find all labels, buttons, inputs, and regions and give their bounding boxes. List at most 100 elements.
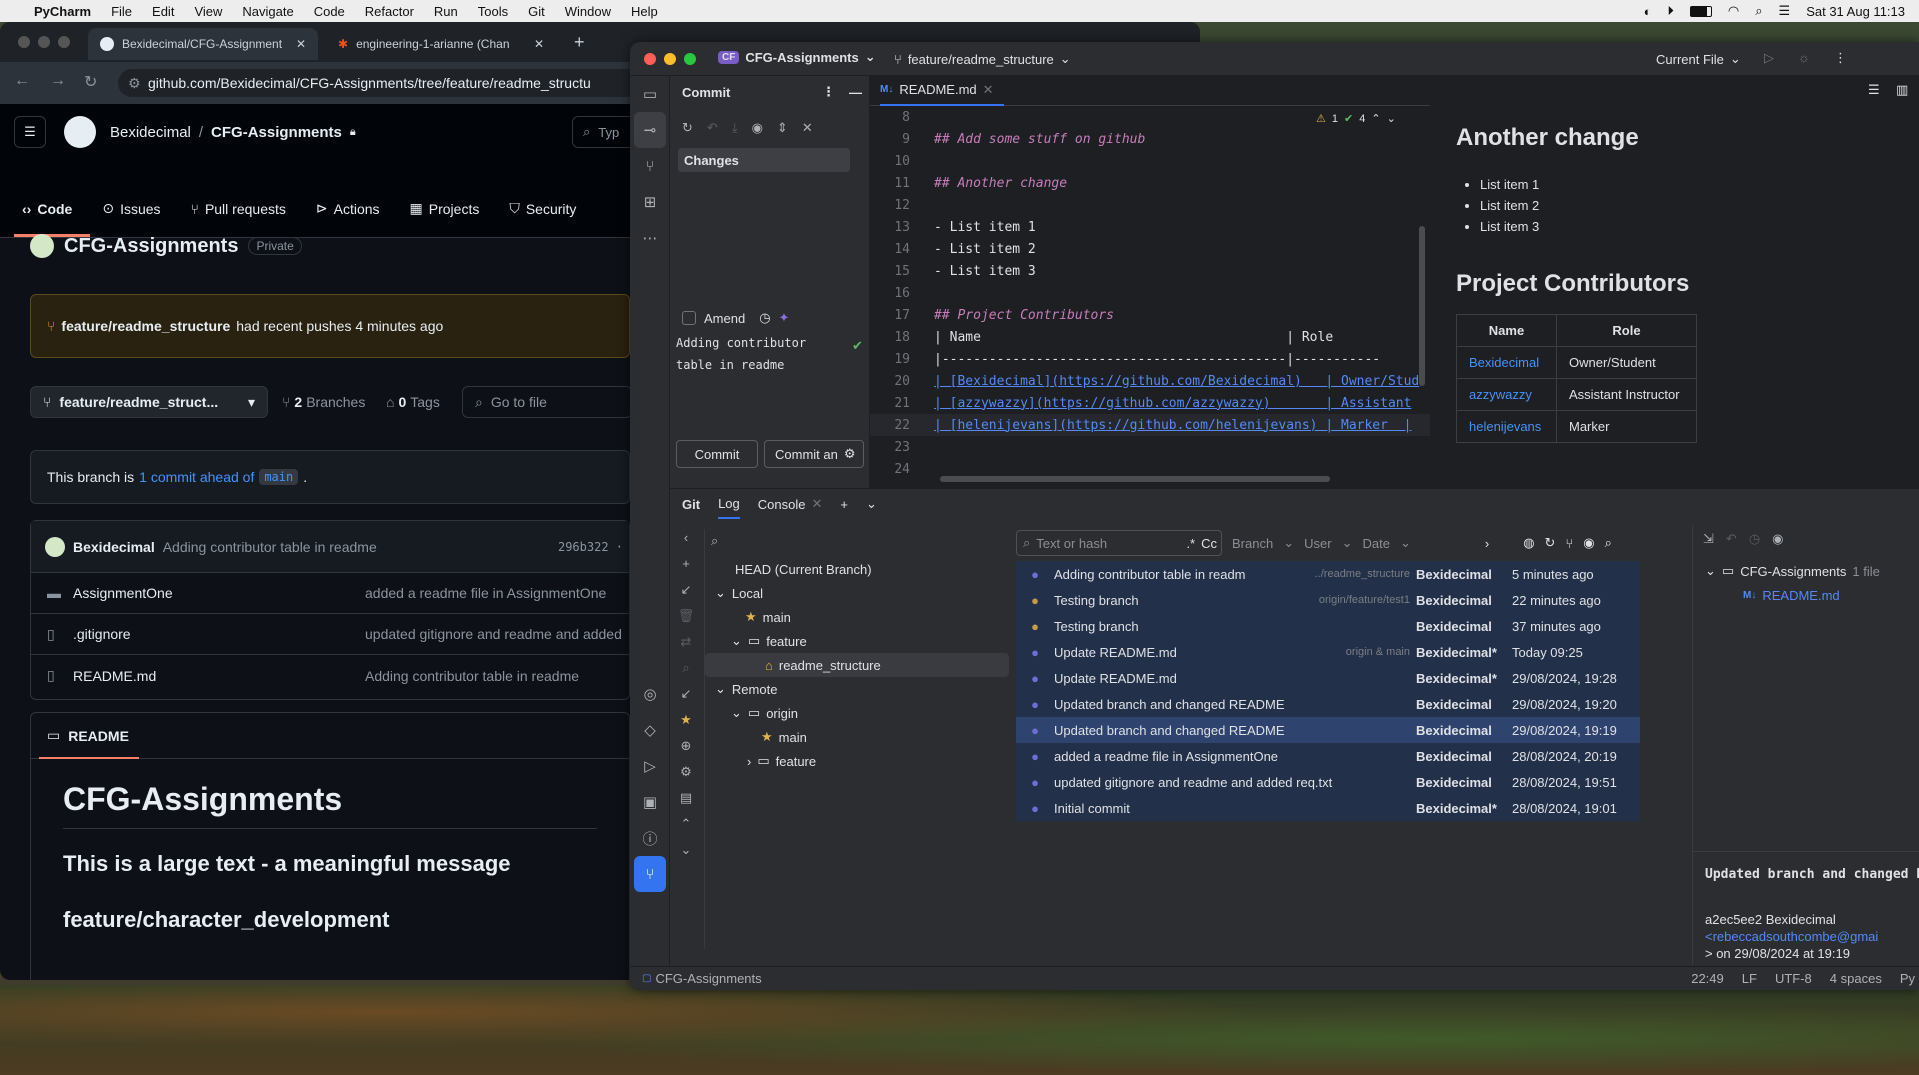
options-icon[interactable]: ⋮ [822, 84, 835, 100]
code-line[interactable]: 14 - List item 2 [870, 238, 1430, 260]
extension-icon[interactable]: ◐ [1644, 4, 1652, 19]
tags-link[interactable]: ⌂ 0 Tags [386, 394, 440, 410]
interpreter[interactable]: Py [1900, 971, 1919, 986]
git-icon[interactable]: ⑂ [634, 856, 666, 892]
file-name[interactable]: README.md [73, 668, 365, 684]
zoom-window-button[interactable] [58, 36, 70, 48]
hamburger-menu-button[interactable]: ☰ [14, 116, 46, 148]
clock[interactable]: Sat 31 Aug 11:13 [1806, 4, 1905, 19]
project-selector[interactable]: CF CFG-Assignments ⌄ [718, 49, 876, 65]
wifi-icon[interactable]: ◠ [1728, 3, 1739, 19]
code-line[interactable]: 13 - List item 1 [870, 216, 1430, 238]
menu-window[interactable]: Window [565, 4, 611, 19]
tree-local-feature[interactable]: ⌄ ▭ feature [705, 629, 1015, 653]
contributor-link[interactable]: Bexidecimal [1456, 346, 1557, 379]
layers-icon[interactable]: ◇ [630, 712, 670, 748]
tab-actions[interactable]: ⊳ Actions [316, 200, 380, 217]
project-icon[interactable]: ▭ [630, 76, 670, 112]
file-commit-message[interactable]: updated gitignore and readme and added [365, 626, 622, 642]
tab-security[interactable]: ⛉ Security [509, 200, 576, 217]
menu-view[interactable]: View [194, 4, 222, 19]
menu-navigate[interactable]: Navigate [242, 4, 293, 19]
browser-tab[interactable]: ✱ engineering-1-arianne (Chan ✕ [326, 28, 556, 60]
regex-toggle[interactable]: .* [1186, 536, 1195, 551]
eye-icon[interactable]: ◉ [1772, 531, 1783, 547]
spotlight-icon[interactable]: ⌕ [1755, 3, 1762, 19]
log-row[interactable]: ● added a readme file in AssignmentOne Bex… [1016, 743, 1640, 769]
tab-console[interactable]: Console [758, 497, 806, 512]
reload-icon[interactable]: ↻ [84, 72, 97, 92]
branch-selector[interactable]: ⑂ feature/readme_struct... ▾ [30, 386, 268, 418]
log-row[interactable]: ● Update README.md Bexidecimal* 29/08/2024,… [1016, 665, 1640, 691]
menu-tools[interactable]: Tools [478, 4, 508, 19]
history-icon[interactable]: ◷ [1749, 531, 1760, 547]
repo-title[interactable]: CFG-Assignments [64, 235, 238, 258]
commit-and-push-button[interactable]: Commit an ⚙ [764, 440, 864, 468]
menu-refactor[interactable]: Refactor [365, 4, 414, 19]
code-line[interactable]: 22 | [helenijevans](https://github.com/he… [870, 414, 1430, 436]
shelve-icon[interactable]: ⤓ [732, 120, 738, 136]
close-tab-icon[interactable]: ✕ [983, 82, 994, 98]
collapse-icon[interactable]: ⌄ [670, 837, 702, 863]
ahead-link[interactable]: 1 commit ahead of [139, 469, 254, 485]
branch-filter[interactable]: Branch [1232, 536, 1273, 551]
changes-node[interactable]: Changes [678, 148, 850, 172]
tree-head[interactable]: HEAD (Current Branch) [705, 557, 1015, 581]
log-search-input[interactable]: ⌕ Text or hash .* Cc [1016, 530, 1222, 556]
menu-app-name[interactable]: PyCharm [34, 4, 91, 19]
log-row[interactable]: ● Adding contributor table in readm ../rea… [1016, 561, 1640, 587]
tree-local-main[interactable]: ★ main [705, 605, 1015, 629]
python-console-icon[interactable]: ◎ [630, 676, 670, 712]
user-filter[interactable]: User [1304, 536, 1331, 551]
readme-tab[interactable]: README [68, 728, 129, 744]
code-line[interactable]: 23 [870, 436, 1430, 458]
code-line[interactable]: 11 ## Another change [870, 172, 1430, 194]
chevron-down-icon[interactable]: ⌄ [866, 496, 877, 512]
vertical-scrollbar[interactable] [1419, 226, 1425, 386]
services-icon[interactable]: ▷ [630, 748, 670, 784]
search-icon[interactable]: ⌕ [711, 533, 718, 549]
log-row[interactable]: ● Testing branch origin/feature/test1 Bexid… [1016, 587, 1640, 613]
indent-setting[interactable]: 4 spaces [1830, 971, 1882, 986]
tree-readme-structure[interactable]: ⌂ readme_structure [705, 653, 1009, 677]
back-icon[interactable]: ← [14, 72, 30, 90]
close-tab-icon[interactable]: ✕ [811, 496, 822, 512]
rollback-icon[interactable]: ↶ [707, 120, 718, 136]
revert-icon[interactable]: ↶ [1726, 531, 1737, 547]
code-area[interactable]: 8 9 ## Add some stuff on github 10 11 ## Anot… [870, 106, 1430, 480]
search-icon[interactable]: ⌕ [670, 655, 702, 681]
commit-button[interactable]: Commit [676, 440, 758, 468]
menu-edit[interactable]: Edit [152, 4, 174, 19]
file-encoding[interactable]: UTF-8 [1775, 971, 1812, 986]
code-line[interactable]: 20 | [Bexidecimal](https://github.com/Bex… [870, 370, 1430, 392]
commit-hash[interactable]: 296b322 · [558, 540, 629, 554]
tree-local[interactable]: ⌄ Local [705, 581, 1015, 605]
code-line[interactable]: 12 [870, 194, 1430, 216]
vcs-branch-widget[interactable]: ⑂ feature/readme_structure ⌄ [894, 51, 1071, 67]
control-center-icon[interactable]: ☰ [1779, 3, 1791, 19]
log-row[interactable]: ● Updated branch and changed README Bexide… [1016, 717, 1640, 743]
go-to-file-input[interactable]: ⌕ Go to file [462, 386, 632, 418]
file-row[interactable]: ▯ README.md Adding contributor table in … [31, 655, 629, 696]
ai-icon[interactable]: ✦ [779, 310, 790, 326]
close-tab-icon[interactable]: ✕ [534, 37, 544, 51]
compare-icon[interactable]: ⇄ [670, 629, 702, 655]
github-logo-icon[interactable] [64, 116, 96, 148]
run-icon[interactable]: ▷ [1764, 50, 1774, 66]
amend-checkbox[interactable] [682, 311, 696, 325]
pull-requests-icon[interactable]: ⑂ [630, 148, 670, 184]
line-separator[interactable]: LF [1742, 971, 1757, 986]
file-name[interactable]: AssignmentOne [73, 585, 365, 601]
commit-message[interactable]: Adding contributor table in readme [163, 539, 377, 555]
chevron-right-icon[interactable]: › [1485, 536, 1489, 551]
merge-icon[interactable]: ⑂ [1565, 536, 1573, 551]
new-branch-icon[interactable]: + [670, 551, 702, 577]
eye-icon[interactable]: ◉ [752, 120, 763, 136]
run-config-selector[interactable]: Current File ⌄ [1656, 51, 1741, 67]
delete-icon[interactable]: 🗑︎ [670, 603, 702, 629]
commit-author[interactable]: Bexidecimal [73, 539, 155, 555]
commit-icon[interactable]: ⊸ [634, 112, 666, 148]
close-window-button[interactable] [644, 53, 656, 65]
details-email[interactable]: <rebeccadsouthcombe@gmai [1705, 928, 1908, 945]
menu-run[interactable]: Run [434, 4, 458, 19]
